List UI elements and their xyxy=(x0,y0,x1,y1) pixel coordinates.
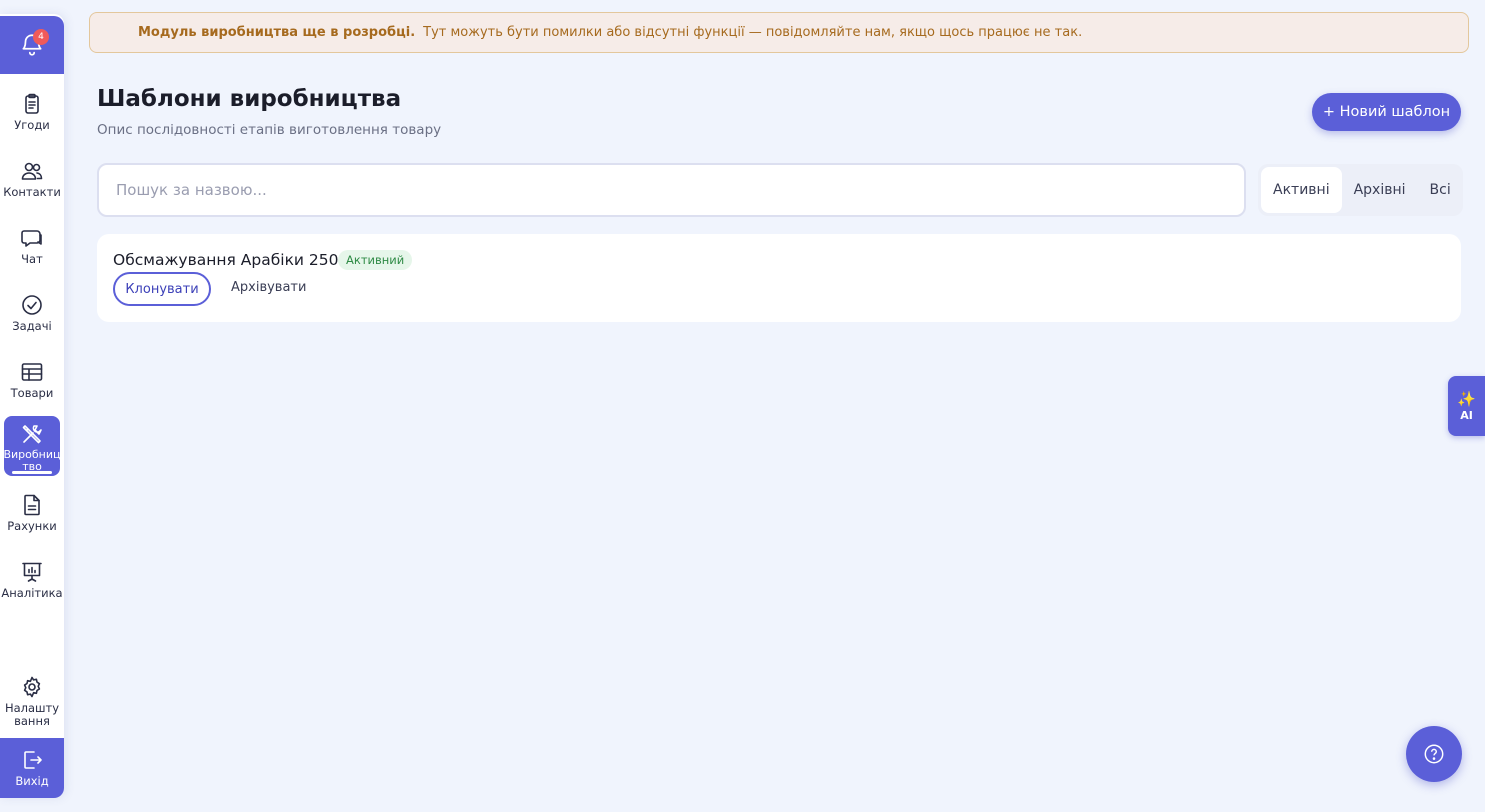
sidebar-item-label: Угоди xyxy=(14,118,50,132)
sidebar-item-label: Товари xyxy=(10,386,54,400)
sidebar-item-production[interactable]: Виробниц тво xyxy=(3,416,61,476)
sidebar: 4 Угоди Контакти Чат Задачі Товари Вироб… xyxy=(0,14,64,798)
sidebar-item-label: Задачі xyxy=(12,319,52,333)
presentation-chart-icon xyxy=(22,562,42,582)
dev-warning-banner: Модуль виробництва ще в розробці. Тут мо… xyxy=(89,12,1469,53)
logout-icon xyxy=(24,751,42,769)
sidebar-item-contacts[interactable]: Контакти xyxy=(3,153,61,213)
clone-button[interactable]: Клонувати xyxy=(113,272,211,306)
archive-button[interactable]: Архівувати xyxy=(223,272,314,302)
page-subtitle: Опис послідовності етапів виготовлення т… xyxy=(97,122,442,138)
sidebar-item-label: Налашту вання xyxy=(4,701,60,728)
template-card[interactable]: Обсмажування Арабіки 250г Активний Клону… xyxy=(97,234,1461,322)
gear-icon xyxy=(23,676,41,698)
template-title: Обсмажування Арабіки 250г xyxy=(113,251,347,269)
page-title: Шаблони виробництва xyxy=(97,86,402,112)
sparkles-icon: ✨ xyxy=(1457,389,1476,408)
help-button[interactable] xyxy=(1406,726,1462,782)
notification-count-badge: 4 xyxy=(33,29,49,45)
banner-bold-text: Модуль виробництва ще в розробці. xyxy=(138,25,416,40)
logout-label: Вихід xyxy=(15,774,49,788)
tab-all[interactable]: Всі xyxy=(1418,167,1463,213)
table-icon xyxy=(21,363,43,381)
sidebar-item-label: Чат xyxy=(21,252,43,266)
check-circle-icon xyxy=(22,295,42,315)
ai-label: AI xyxy=(1460,408,1473,422)
sidebar-item-tasks[interactable]: Задачі xyxy=(4,287,60,347)
sidebar-item-deals[interactable]: Угоди xyxy=(4,86,60,146)
logout-button[interactable]: Вихід xyxy=(0,738,64,798)
sidebar-item-products[interactable]: Товари xyxy=(4,354,60,414)
sidebar-item-label: Контакти xyxy=(3,185,61,199)
sidebar-item-invoices[interactable]: Рахунки xyxy=(4,487,60,547)
tab-archived[interactable]: Архівні xyxy=(1342,167,1418,213)
sidebar-item-settings[interactable]: Налашту вання xyxy=(4,669,60,729)
sidebar-item-label: Виробниц тво xyxy=(3,448,61,473)
status-badge: Активний xyxy=(338,250,413,270)
search-input[interactable] xyxy=(97,163,1246,217)
sidebar-item-label: Рахунки xyxy=(7,519,57,533)
tab-active[interactable]: Активні xyxy=(1261,167,1342,213)
tools-icon xyxy=(22,425,42,444)
status-filter-tabs: Активні Архівні Всі xyxy=(1258,164,1463,216)
sidebar-item-label: Аналітика xyxy=(1,586,63,600)
clipboard-icon xyxy=(25,93,39,114)
notifications-button[interactable]: 4 xyxy=(0,16,64,74)
sidebar-item-analytics[interactable]: Аналітика xyxy=(1,554,63,614)
ai-assistant-tab[interactable]: ✨ AI xyxy=(1448,376,1485,436)
document-icon xyxy=(24,494,40,516)
banner-text: Тут можуть бути помилки або відсутні фун… xyxy=(423,25,1083,40)
users-icon xyxy=(21,162,43,180)
question-circle-icon xyxy=(1424,744,1444,764)
chat-icon xyxy=(21,230,42,247)
sidebar-item-chat[interactable]: Чат xyxy=(4,220,60,280)
active-indicator xyxy=(12,471,52,474)
new-template-button[interactable]: + Новий шаблон xyxy=(1312,93,1461,131)
